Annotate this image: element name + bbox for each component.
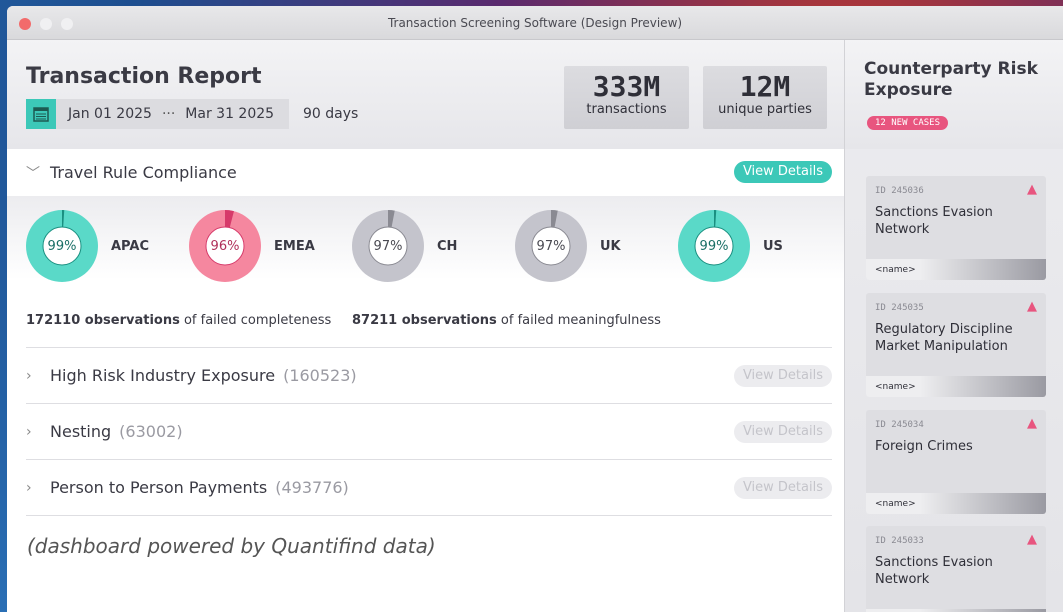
page-title: Transaction Report (26, 64, 262, 89)
title-bar: Transaction Screening Software (Design P… (7, 6, 1063, 40)
donut-gauge: 99% (26, 210, 98, 282)
view-details-button[interactable]: View Details (733, 161, 832, 183)
case-card[interactable]: ID 245034 ▲ Foreign Crimes <name> (866, 410, 1046, 514)
side-title: Counterparty Risk Exposure (864, 59, 1038, 100)
date-start[interactable]: Jan 01 2025 (68, 106, 152, 122)
counterparty-risk-panel: Counterparty Risk Exposure 12 NEW CASES … (844, 40, 1063, 612)
observations-meaningfulness: 87211 observations of failed meaningfuln… (352, 313, 661, 328)
travel-rule-section-header[interactable]: ﹀ Travel Rule Compliance View Details (7, 149, 844, 196)
case-title: Sanctions Evasion Network (875, 555, 993, 587)
app-window: Transaction Screening Software (Design P… (7, 6, 1063, 612)
case-card[interactable]: ID 245033▲Sanctions Evasion Network<name… (866, 526, 1046, 612)
chevron-right-icon[interactable]: › (26, 368, 50, 384)
date-range-separator: ··· (161, 106, 176, 122)
region-name: APAC (111, 238, 149, 254)
view-details-button[interactable]: View Details (733, 477, 832, 499)
section-person-to-person[interactable]: › Person to Person Payments (493776) Vie… (26, 460, 832, 516)
case-card[interactable]: ID 245036 ▲ Sanctions Evasion Network <name… (866, 176, 1046, 280)
region-name: CH (437, 238, 458, 254)
section-count: (493776) (275, 478, 349, 497)
case-name: <name> (866, 493, 1046, 514)
section-nesting[interactable]: › Nesting (63002) View Details (26, 404, 832, 460)
region-name: US (763, 238, 783, 254)
view-details-button[interactable]: View Details (733, 421, 832, 443)
gauge-percent: 96% (210, 238, 240, 254)
observation-count: 87211 observations (352, 313, 497, 328)
stat-unique-parties: 12M unique parties (703, 66, 827, 129)
stat-transactions: 333M transactions (564, 66, 689, 129)
region-gauge-ch[interactable]: 97% CH (352, 210, 515, 282)
warning-icon: ▲ (1027, 299, 1037, 314)
observations-completeness: 172110 observations of failed completene… (26, 313, 331, 328)
region-gauges: 99% APAC 96% EMEA 97% CH 97% UK 99% US (26, 210, 841, 282)
section-title: Person to Person Payments (50, 478, 268, 497)
calendar-icon[interactable] (26, 99, 56, 129)
gauge-percent: 97% (373, 238, 403, 254)
region-name: EMEA (274, 238, 315, 254)
section-count: (63002) (119, 422, 183, 441)
date-range-picker[interactable]: Jan 01 2025 ··· Mar 31 2025 (26, 99, 289, 129)
case-id: ID 245036 (875, 186, 924, 196)
main-panel: Transaction Report Jan 01 2025 ··· Mar 3… (7, 40, 844, 612)
case-id: ID 245034 (875, 420, 924, 430)
observation-count: 172110 observations (26, 313, 180, 328)
warning-icon: ▲ (1027, 532, 1037, 547)
date-end[interactable]: Mar 31 2025 (185, 106, 274, 122)
gauge-percent: 97% (536, 238, 566, 254)
report-header: Transaction Report Jan 01 2025 ··· Mar 3… (7, 40, 844, 149)
stat-label: unique parties (718, 102, 812, 117)
days-count: 90 days (303, 106, 359, 122)
observation-text: of failed completeness (179, 313, 332, 328)
donut-gauge: 99% (678, 210, 750, 282)
section-title: Travel Rule Compliance (50, 163, 237, 182)
gauge-percent: 99% (47, 238, 77, 254)
case-title: Foreign Crimes (875, 439, 973, 454)
stat-value: 333M (592, 70, 661, 103)
donut-gauge: 96% (189, 210, 261, 282)
case-id: ID 245035 (875, 303, 924, 313)
case-card[interactable]: ID 245035 ▲ Regulatory Discipline Market M… (866, 293, 1046, 397)
section-high-risk-industry[interactable]: › High Risk Industry Exposure (160523) V… (26, 348, 832, 404)
travel-rule-row[interactable]: ﹀ Travel Rule Compliance View Details (26, 149, 832, 196)
footer-note: (dashboard powered by Quantifind data) (27, 534, 436, 558)
gauge-percent: 99% (699, 238, 729, 254)
warning-icon: ▲ (1027, 416, 1037, 431)
section-title: High Risk Industry Exposure (50, 366, 276, 385)
window-title: Transaction Screening Software (Design P… (387, 16, 683, 30)
chevron-right-icon[interactable]: › (26, 480, 50, 496)
case-name: <name> (866, 259, 1046, 280)
case-name: <name> (866, 376, 1046, 397)
observation-text: of failed meaningfulness (496, 313, 661, 328)
section-count: (160523) (283, 366, 357, 385)
donut-gauge: 97% (515, 210, 587, 282)
chevron-right-icon[interactable]: › (26, 424, 50, 440)
section-title: Nesting (50, 422, 112, 441)
side-header: Counterparty Risk Exposure 12 NEW CASES (845, 40, 1063, 149)
region-gauge-apac[interactable]: 99% APAC (26, 210, 189, 282)
stat-label: transactions (586, 102, 667, 117)
new-cases-badge[interactable]: 12 NEW CASES (867, 116, 949, 130)
region-gauge-emea[interactable]: 96% EMEA (189, 210, 352, 282)
travel-rule-details: 99% APAC 96% EMEA 97% CH 97% UK 99% US 172110 obs… (7, 196, 844, 348)
region-gauge-us[interactable]: 99% US (678, 210, 841, 282)
chevron-down-icon[interactable]: ﹀ (26, 163, 50, 183)
case-id: ID 245033 (875, 536, 924, 546)
case-title: Sanctions Evasion Network (875, 205, 993, 237)
region-name: UK (600, 238, 621, 254)
case-title: Regulatory Discipline Market Manipulatio… (875, 322, 1013, 354)
region-gauge-uk[interactable]: 97% UK (515, 210, 678, 282)
warning-icon: ▲ (1027, 182, 1037, 197)
stat-value: 12M (739, 70, 791, 103)
donut-gauge: 97% (352, 210, 424, 282)
view-details-button[interactable]: View Details (733, 365, 832, 387)
